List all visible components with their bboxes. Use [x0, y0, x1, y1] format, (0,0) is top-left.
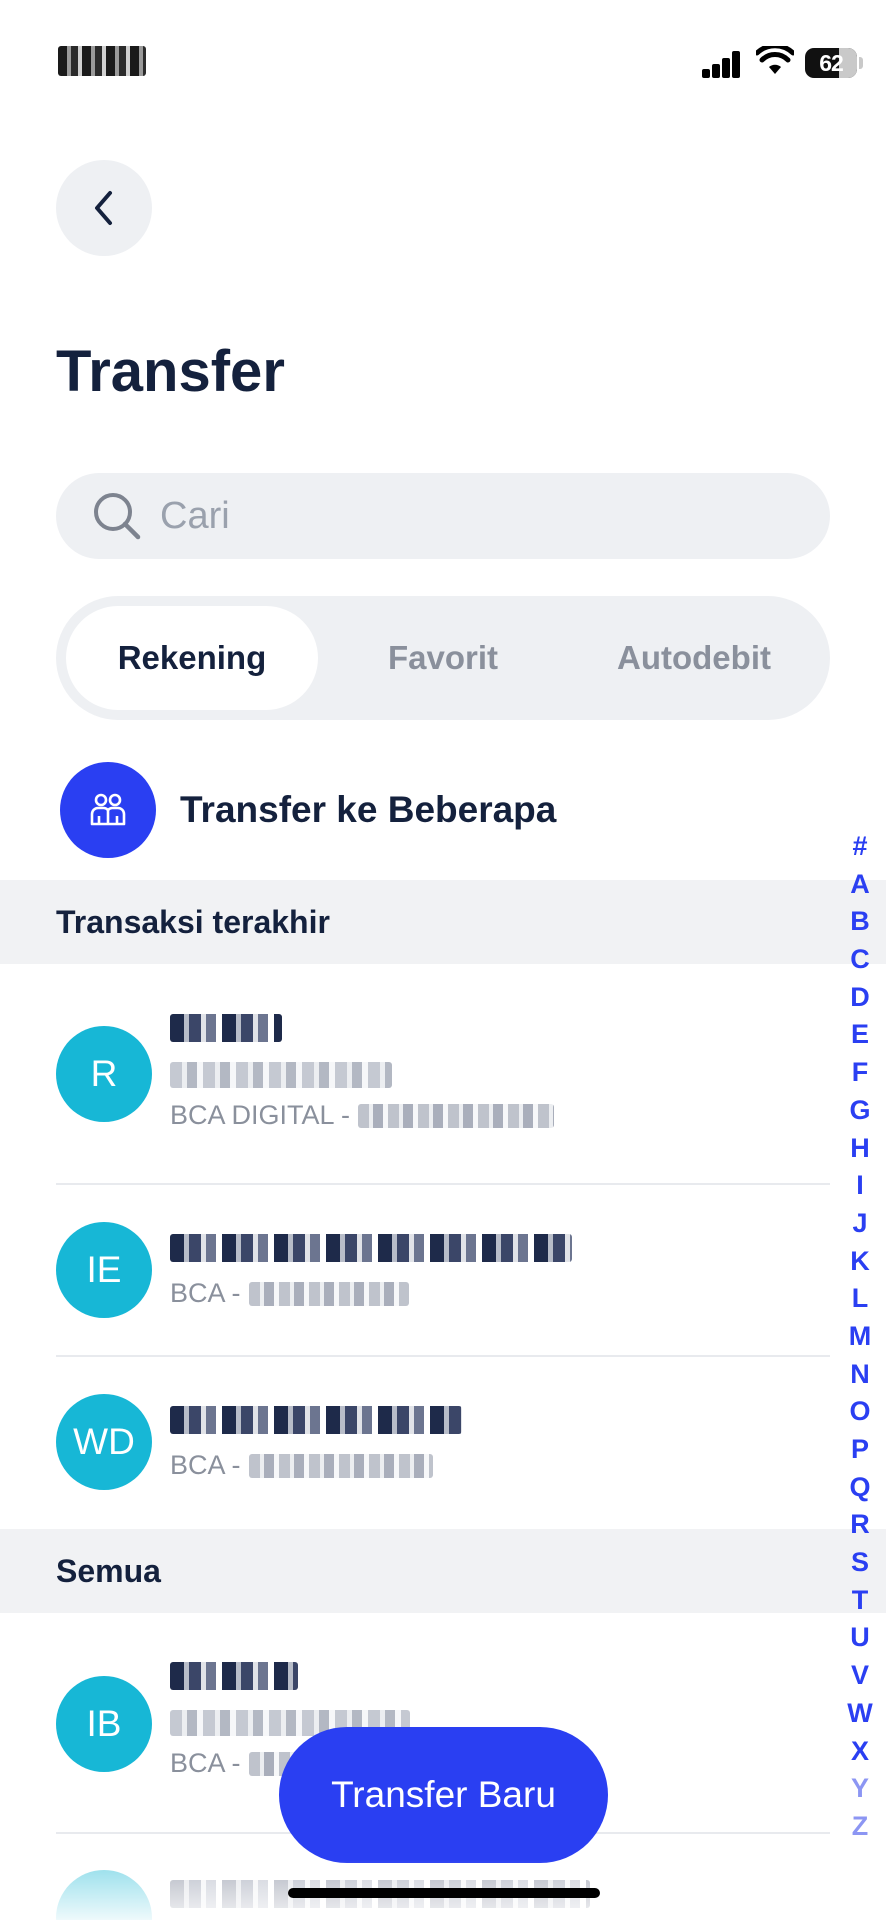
alphabet-index-letter[interactable]: H: [836, 1130, 884, 1168]
account-number: [248, 1281, 409, 1306]
section-title-recent: Transaksi terakhir: [56, 904, 330, 940]
alphabet-index-letter[interactable]: T: [836, 1582, 884, 1620]
alphabet-index-letter[interactable]: J: [836, 1205, 884, 1243]
alphabet-index-letter[interactable]: M: [836, 1318, 884, 1356]
status-bar: 62: [0, 0, 886, 120]
search-bar[interactable]: [56, 473, 830, 559]
back-button[interactable]: [56, 160, 152, 256]
alphabet-index-letter[interactable]: Q: [836, 1469, 884, 1507]
alphabet-index-letter[interactable]: D: [836, 979, 884, 1017]
contact-name: [170, 1234, 572, 1262]
alphabet-index[interactable]: # A B C D E F G H I J K L M N O P Q R S T U V W X Y Z: [836, 828, 884, 1846]
alphabet-index-letter[interactable]: W: [836, 1695, 884, 1733]
alphabet-index-letter[interactable]: V: [836, 1657, 884, 1695]
alphabet-index-letter[interactable]: G: [836, 1092, 884, 1130]
bank-name: BCA -: [170, 1278, 241, 1308]
section-header-recent: Transaksi terakhir: [0, 880, 886, 964]
battery-tip: [859, 57, 863, 69]
section-title-all: Semua: [56, 1553, 161, 1589]
tab-bar: Rekening Favorit Autodebit: [56, 596, 830, 720]
alphabet-index-letter[interactable]: S: [836, 1544, 884, 1582]
battery-icon: 62: [805, 48, 857, 78]
cellular-signal-icon: [702, 50, 742, 78]
group-people-icon: [60, 762, 156, 858]
divider: [56, 1183, 830, 1185]
list-item[interactable]: R BCA DIGITAL -: [0, 1000, 830, 1170]
alphabet-index-letter[interactable]: E: [836, 1016, 884, 1054]
alphabet-index-letter[interactable]: U: [836, 1619, 884, 1657]
alphabet-index-letter[interactable]: N: [836, 1356, 884, 1394]
alphabet-index-letter[interactable]: X: [836, 1733, 884, 1771]
tab-favorit[interactable]: Favorit: [317, 606, 569, 710]
alphabet-index-letter[interactable]: K: [836, 1243, 884, 1281]
alphabet-index-letter[interactable]: I: [836, 1167, 884, 1205]
contact-name: [170, 1406, 462, 1434]
alphabet-index-letter[interactable]: A: [836, 866, 884, 904]
contact-name: [170, 1662, 298, 1690]
account-number: [248, 1453, 433, 1478]
chevron-left-icon: [95, 191, 112, 225]
alphabet-index-letter[interactable]: P: [836, 1431, 884, 1469]
status-time: [58, 46, 146, 76]
tab-rekening[interactable]: Rekening: [66, 606, 318, 710]
alphabet-index-letter[interactable]: F: [836, 1054, 884, 1092]
search-icon: [94, 493, 141, 540]
alphabet-index-letter[interactable]: L: [836, 1280, 884, 1318]
account-info: BCA DIGITAL -: [170, 1100, 555, 1131]
avatar: R: [56, 1026, 152, 1122]
bank-name: BCA DIGITAL -: [170, 1100, 351, 1130]
alphabet-index-letter[interactable]: O: [836, 1393, 884, 1431]
avatar: WD: [56, 1394, 152, 1490]
wifi-icon: [756, 46, 794, 74]
transfer-baru-button[interactable]: Transfer Baru: [279, 1727, 608, 1863]
alphabet-index-letter[interactable]: #: [836, 828, 884, 866]
bank-name: BCA -: [170, 1748, 241, 1778]
alphabet-index-letter[interactable]: R: [836, 1506, 884, 1544]
divider: [56, 1355, 830, 1357]
contact-alias: [170, 1062, 392, 1088]
avatar: IE: [56, 1222, 152, 1318]
list-item[interactable]: WD BCA -: [0, 1382, 830, 1532]
search-input[interactable]: [160, 473, 800, 559]
avatar: IB: [56, 1676, 152, 1772]
section-header-all: Semua: [0, 1529, 886, 1613]
account-info: BCA -: [170, 1278, 409, 1309]
account-info: BCA -: [170, 1450, 433, 1481]
alphabet-index-letter[interactable]: B: [836, 903, 884, 941]
list-item[interactable]: IE BCA -: [0, 1210, 830, 1360]
home-indicator[interactable]: [288, 1888, 600, 1898]
alphabet-index-letter[interactable]: Z: [836, 1808, 884, 1846]
contact-name: [170, 1014, 282, 1042]
tab-autodebit[interactable]: Autodebit: [568, 606, 820, 710]
alphabet-index-letter[interactable]: C: [836, 941, 884, 979]
alphabet-index-letter[interactable]: Y: [836, 1770, 884, 1808]
page-title: Transfer: [56, 339, 285, 404]
bank-name: BCA -: [170, 1450, 241, 1480]
battery-level: 62: [819, 50, 844, 76]
multi-transfer-button[interactable]: Transfer ke Beberapa: [60, 762, 556, 858]
multi-transfer-label: Transfer ke Beberapa: [180, 789, 557, 830]
account-number: [358, 1103, 555, 1128]
